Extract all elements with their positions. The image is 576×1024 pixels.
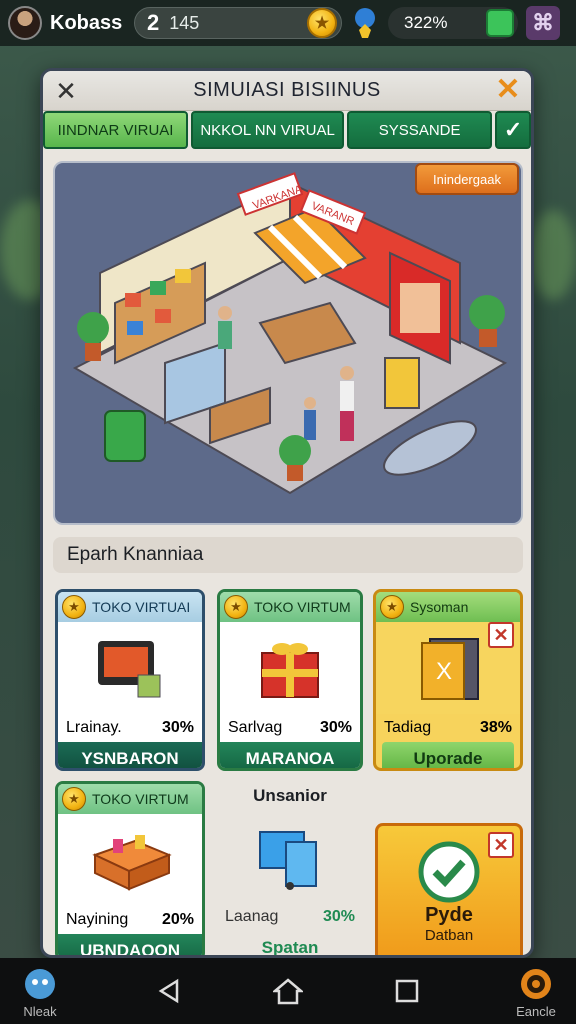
background-plant [530,210,576,300]
player-level: 2 [147,10,160,35]
stat-value: 30% [161,719,194,736]
close-icon[interactable]: ✕ [488,832,514,858]
modal-title: SIMUIASI BISIINUS [193,79,381,101]
star-icon: ★ [62,595,86,619]
store-illustration: VARKANA VARANR [72,172,508,495]
back-icon[interactable] [149,971,189,1011]
mascot-icon [20,964,60,1004]
store-card-2[interactable]: ★ TOKO VIRTUM Sarlvag 30% MARANOA [217,589,363,771]
card-stat: Sarlvag 30% [220,714,360,742]
store-card-5[interactable]: Unsanior Laanag 30% Spatan [217,781,363,955]
card-header: ★ TOKO VIRTUAI [58,592,202,622]
card-button[interactable]: YSNBARON [58,742,202,768]
card-button[interactable]: UBNDAQON [58,934,202,955]
tab-check-icon[interactable]: ✓ [495,111,531,149]
stat-label: Lrainay. [66,719,122,736]
store-card-3[interactable]: ★ Sysoman ✕ X Tadiag 38% Uporade [373,589,523,771]
nav-left-label: Nleak [23,1003,57,1019]
stat-value: 38% [479,719,512,736]
business-sim-modal: ✕ SIMUIASI BISIINUS ✕ IINDNAR VIRUAI NKK… [40,68,534,958]
card-button[interactable]: MARANOA [220,742,360,768]
gift-box-icon [220,622,360,714]
home-icon[interactable] [268,971,308,1011]
stat-value: 20% [161,911,194,928]
gem-bar[interactable]: 322% [388,7,518,39]
nav-right-app[interactable]: Eancle [506,964,566,1019]
player-avatar[interactable] [8,6,42,40]
section-title: Eparh Knanniaa [53,537,523,573]
stat-label: Laanag [225,908,279,925]
coin-count: 145 [169,12,200,33]
close-icon[interactable]: ✕ [488,622,514,648]
store-card-1[interactable]: ★ TOKO VIRTUAI Lrainay. 30% YSNBARON [55,589,205,771]
tab-syssande[interactable]: SYSSANDE [347,111,493,149]
store-card-4[interactable]: ★ TOKO VIRTUM Nayining 20% UBNDAQON [55,781,205,955]
store-scene[interactable]: VARKANA VARANR [53,161,523,525]
info-badge[interactable]: Inindergaak [415,163,519,195]
store-card-6[interactable]: ✕ Pyde Datban [375,823,523,955]
card-title: Unsanior [253,786,327,805]
menu-icon[interactable]: ⌘ [526,6,560,40]
system-navbar: Nleak Eancle [0,958,576,1024]
stat-label: Tadiag [384,719,432,736]
star-icon: ★ [380,595,404,619]
stat-value: 30% [322,908,355,925]
tab-bar: IINDNAR VIRUAI NKKOL NN VIRUAL SYSSANDE … [43,111,531,149]
stat-label: Nayining [66,911,129,928]
gem-percent: 322% [404,13,448,32]
star-icon: ★ [224,595,248,619]
player-name: Kobass [50,11,123,34]
stat-label: Sarlvag [228,719,283,736]
upgrade-button[interactable]: Uporade [382,742,514,768]
card-stat: Laanag 30% [217,903,363,931]
star-icon: ★ [62,787,86,811]
modal-header: ✕ SIMUIASI BISIINUS ✕ [43,71,531,111]
card-title: Pyde [425,904,473,926]
card-title: TOKO VIRTUAI [92,599,191,615]
nav-left-app[interactable]: Nleak [10,964,70,1019]
close-icon[interactable]: ✕ [53,77,79,105]
recents-icon[interactable] [387,971,427,1011]
card-title: TOKO VIRTUM [92,791,189,807]
card-title: TOKO VIRTUM [254,599,351,615]
card-header: ★ Sysoman [376,592,520,622]
coin-bar[interactable]: 2 145 ★ [134,7,342,39]
top-hud: Kobass 2 145 ★ 322% ⌘ [0,0,576,46]
card-button[interactable]: Spatan [217,931,363,955]
coin-icon: ★ [307,8,337,38]
trophy-icon[interactable] [350,6,380,40]
card-title: Sysoman [410,599,469,615]
tab-virtual-store[interactable]: IINDNAR VIRUAI [43,111,189,149]
tab-virtual-school[interactable]: NKKOL NN VIRUAL [191,111,345,149]
computer-icon [217,811,363,903]
card-stat: Lrainay. 30% [58,714,202,742]
svg-text:X: X [436,658,452,685]
card-subtitle: Datban [424,927,474,944]
product-crate-icon [58,814,202,906]
stat-value: 30% [319,719,352,736]
target-icon [516,964,556,1004]
card-header: ★ TOKO VIRTUM [220,592,360,622]
card-stat: Nayining 20% [58,906,202,934]
close-orange-icon[interactable]: ✕ [493,75,523,105]
card-header: ★ TOKO VIRTUM [58,784,202,814]
nav-right-label: Eancle [516,1003,556,1019]
tv-icon [58,622,202,714]
card-stat: Tadiag 38% [376,714,520,742]
gem-icon [486,9,514,37]
